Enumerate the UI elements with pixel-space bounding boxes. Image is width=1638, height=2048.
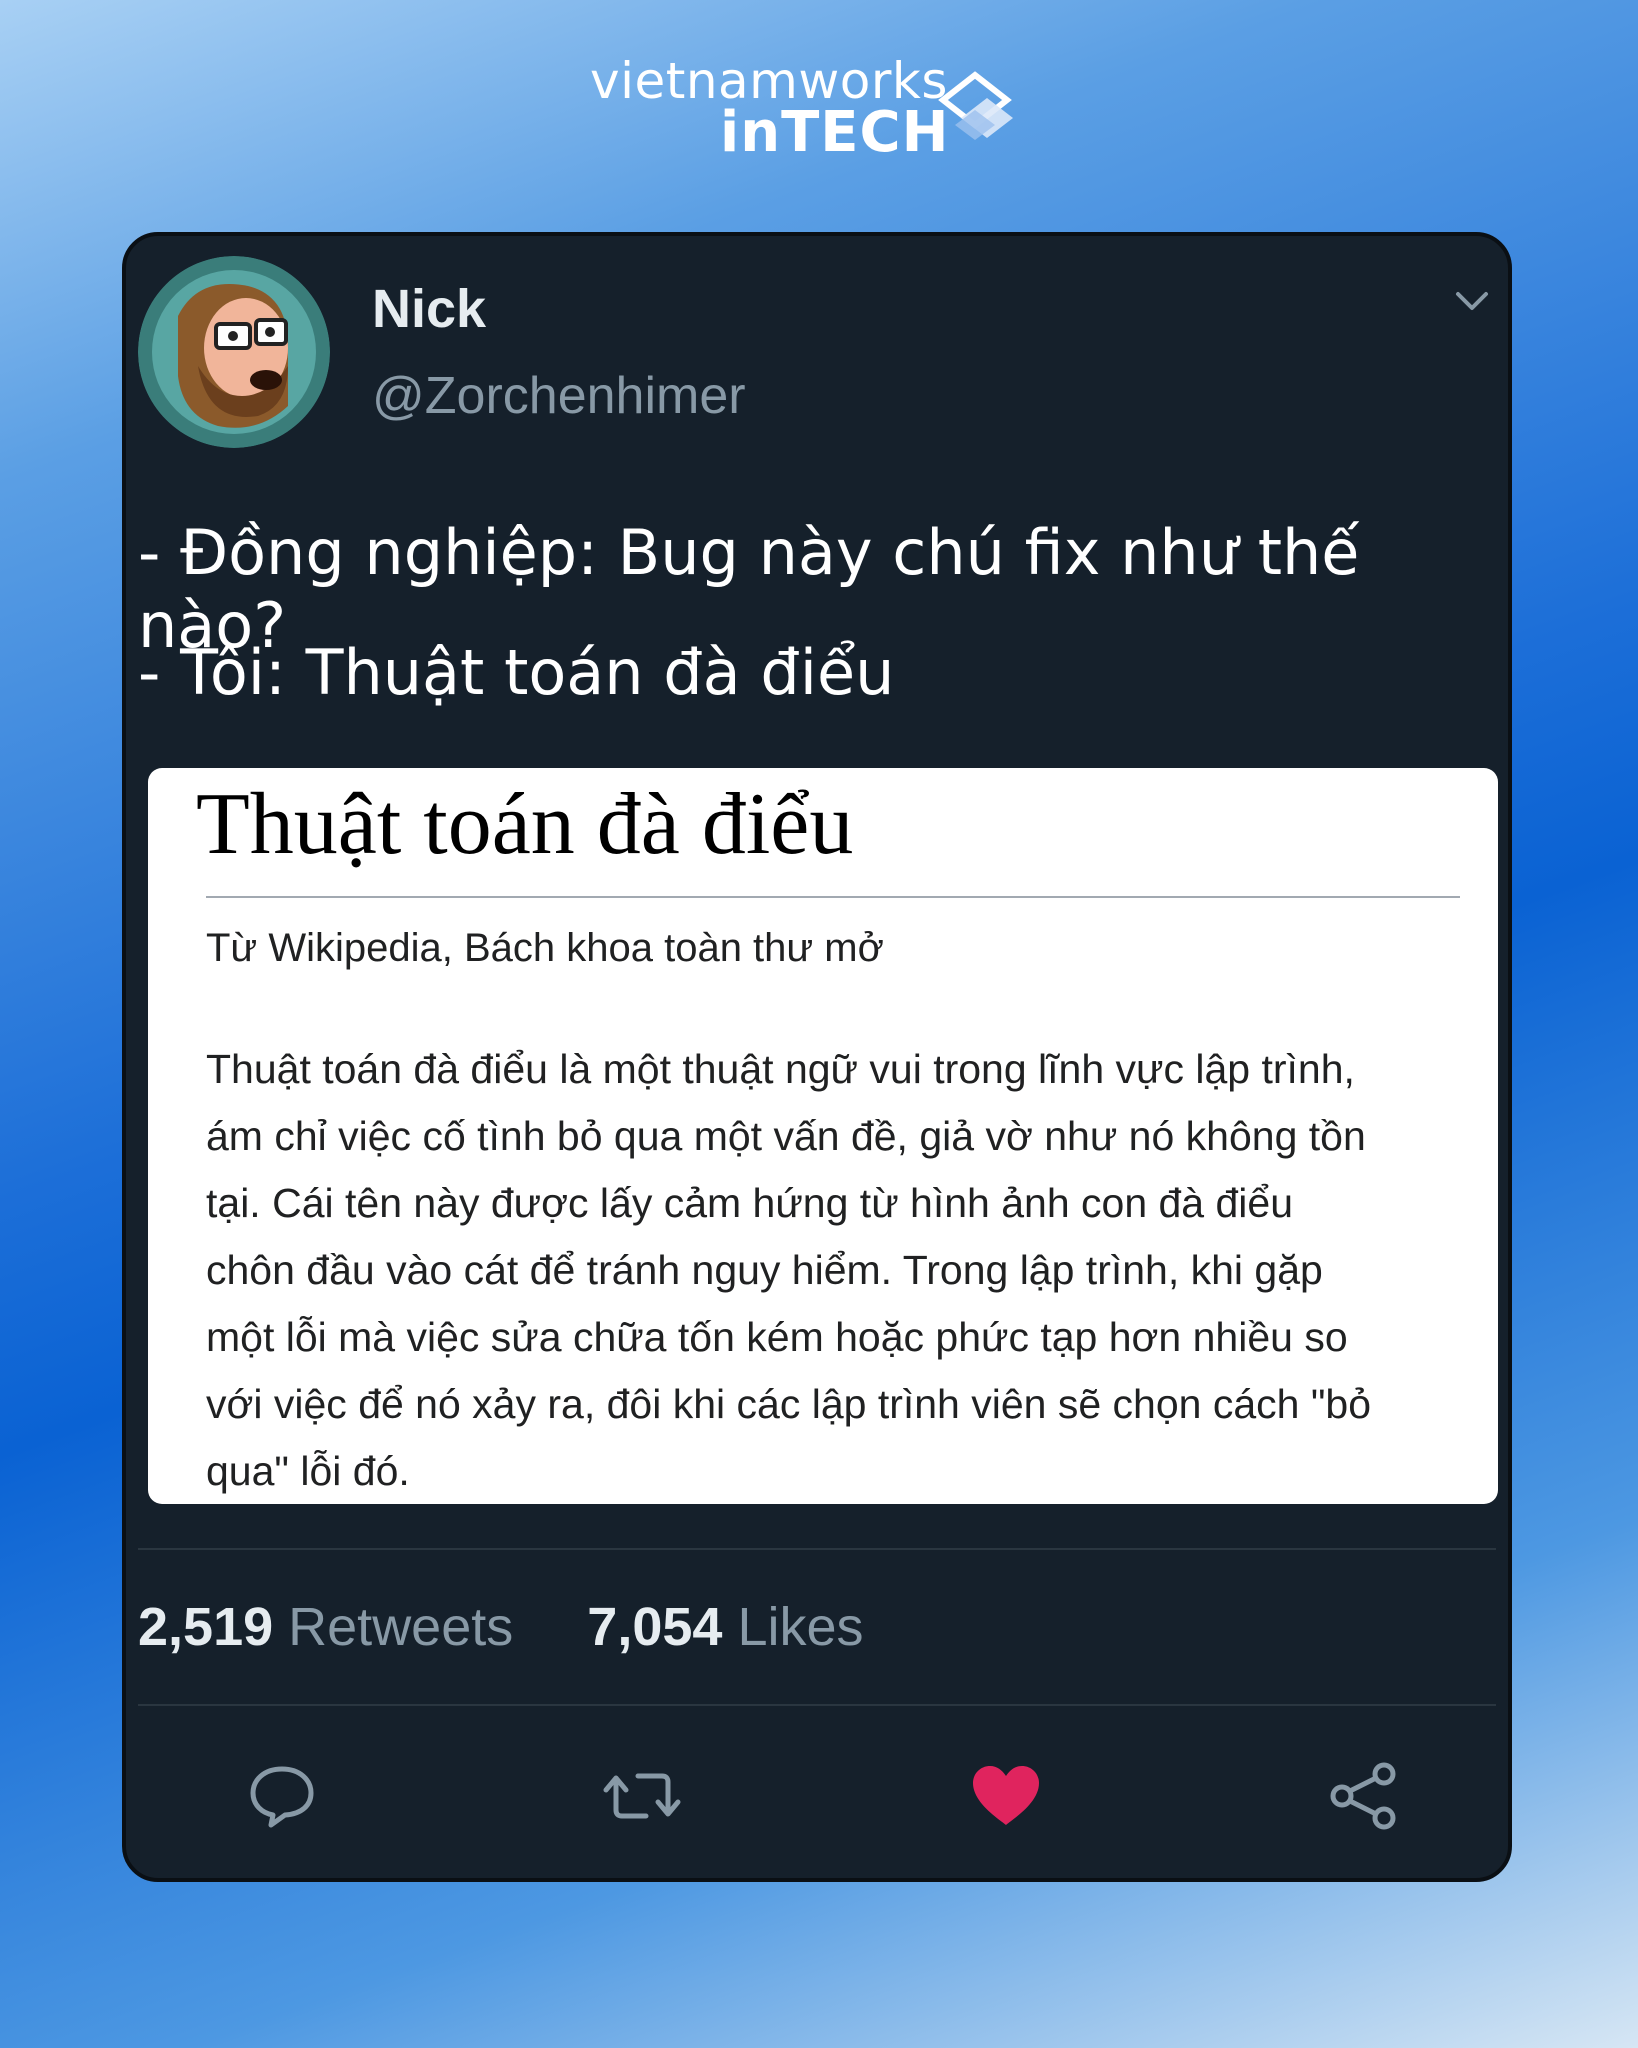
author-name[interactable]: Nick	[372, 278, 486, 340]
share-icon	[1330, 1762, 1396, 1830]
tweet-card: Nick @Zorchenhimer - Đồng nghiệp: Bug nà…	[122, 232, 1512, 1882]
wiki-body-line: một lỗi mà việc sửa chữa tốn kém hoặc ph…	[206, 1314, 1348, 1360]
wiki-screenshot[interactable]: Thuật toán đà điểu Từ Wikipedia, Bách kh…	[148, 768, 1498, 1504]
divider	[138, 1704, 1496, 1706]
wiki-body-line: Thuật toán đà điểu là một thuật ngữ vui …	[206, 1046, 1355, 1092]
diamond-stack-icon	[938, 71, 1013, 140]
likes-label[interactable]: Likes	[737, 1597, 863, 1657]
avatar[interactable]	[138, 256, 330, 448]
retweet-button[interactable]	[602, 1756, 682, 1836]
heart-icon	[973, 1766, 1039, 1825]
likes-count[interactable]: 7,054	[587, 1597, 722, 1657]
wiki-body-line: qua" lỗi đó.	[206, 1448, 410, 1494]
retweet-icon	[603, 1773, 681, 1819]
wiki-body-line: tại. Cái tên này được lấy cảm hứng từ hì…	[206, 1180, 1294, 1226]
wiki-body-line: ám chỉ việc cố tình bỏ qua một vấn đề, g…	[206, 1113, 1366, 1159]
wiki-body-line: với việc để nó xảy ra, đôi khi các lập t…	[206, 1381, 1371, 1427]
brand-sub: inTECH	[720, 100, 950, 165]
reply-button[interactable]	[242, 1756, 322, 1836]
tweet-stats: 2,519 Retweets 7,054 Likes	[138, 1596, 864, 1658]
brand-logo: vietnamworks inTECH	[590, 52, 1030, 165]
retweets-label[interactable]: Retweets	[288, 1597, 513, 1657]
share-button[interactable]	[1324, 1756, 1404, 1836]
wiki-subtitle: Từ Wikipedia, Bách khoa toàn thư mở	[206, 926, 884, 970]
like-button[interactable]	[966, 1756, 1046, 1836]
avatar-illustration	[138, 256, 330, 448]
retweets-count[interactable]: 2,519	[138, 1597, 273, 1657]
comment-icon	[250, 1766, 314, 1828]
author-handle[interactable]: @Zorchenhimer	[372, 366, 746, 426]
chevron-down-icon[interactable]	[1452, 286, 1492, 316]
tweet-text-line: - Tôi: Thuật toán đà điểu	[138, 636, 895, 709]
wiki-divider	[206, 896, 1460, 898]
wiki-title: Thuật toán đà điểu	[196, 776, 854, 873]
divider	[138, 1548, 1496, 1550]
wiki-body: Thuật toán đà điểu là một thuật ngữ vui …	[206, 1036, 1466, 1504]
wiki-body-line: chôn đầu vào cát để tránh nguy hiểm. Tro…	[206, 1247, 1323, 1293]
